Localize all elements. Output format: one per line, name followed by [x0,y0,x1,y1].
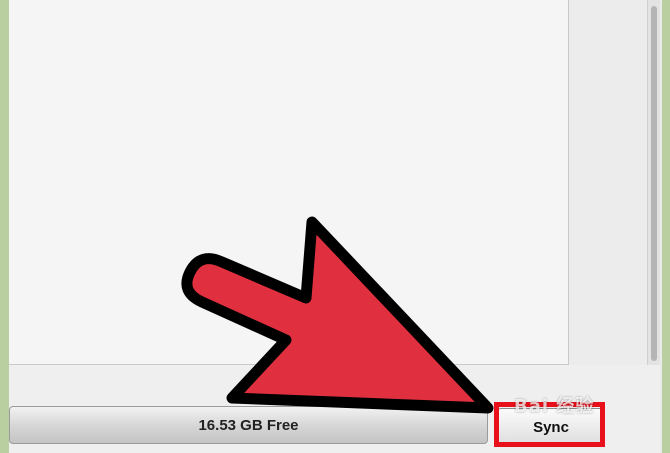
free-space-label: 16.53 GB Free [198,416,299,434]
scrollbar-thumb[interactable] [651,6,657,361]
right-gutter [569,0,647,365]
vertical-scrollbar[interactable] [647,0,660,365]
device-content-pane [9,0,569,365]
storage-capacity-bar: 16.53 GB Free [9,406,488,444]
image-frame: 16.53 GB Free Sync Bai 经验 [0,0,670,453]
sync-highlight-box [494,402,605,447]
